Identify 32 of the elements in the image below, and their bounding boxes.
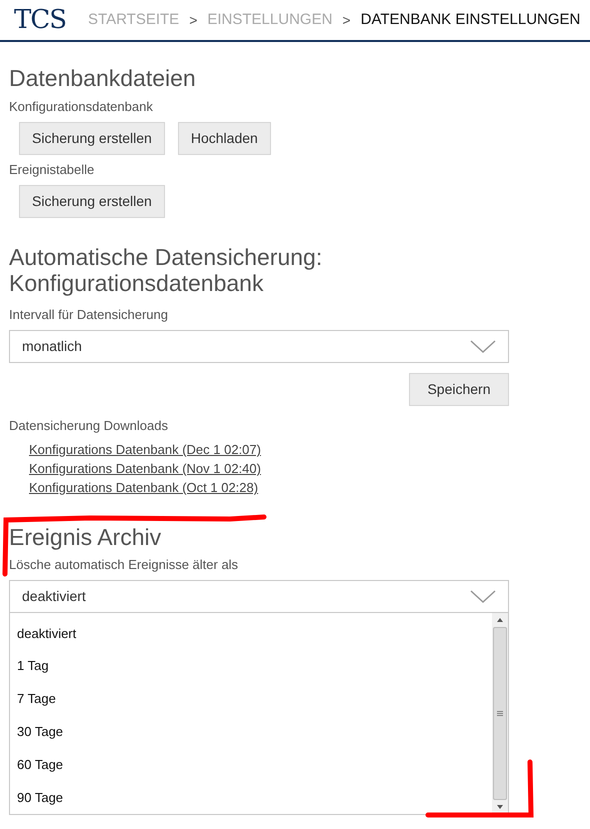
action-button[interactable]: Hochladen — [178, 122, 271, 155]
field-label: Intervall für Datensicherung — [9, 306, 169, 324]
section-title: Ereignis Archiv — [9, 523, 162, 551]
grip-icon — [497, 711, 503, 716]
dropdown-option[interactable]: deaktiviert — [17, 617, 76, 650]
dropdown-option[interactable]: 60 Tage — [17, 748, 64, 782]
breadcrumb-separator: > — [189, 10, 198, 30]
breadcrumb-link[interactable]: DATENBANK EINSTELLUNGEN — [360, 8, 580, 32]
scrollbar[interactable] — [492, 613, 508, 814]
group-label: Konfigurationsdatenbank — [9, 98, 154, 116]
logo[interactable]: TCS — [14, 7, 66, 33]
dropdown-option[interactable]: 90 Tage — [17, 781, 64, 814]
group-label: Ereignistabelle — [9, 161, 96, 179]
field-label: Lösche automatisch Ereignisse älter als — [9, 556, 240, 574]
download-link[interactable]: Konfigurations Datenbank (Dec 1 02:07) — [29, 440, 261, 459]
event-age-select[interactable]: deaktiviert — [9, 580, 509, 613]
section-title: Datenbankdateien — [9, 64, 197, 92]
dropdown-option[interactable]: 7 Tage — [17, 682, 56, 716]
chevron-down-icon — [470, 590, 496, 604]
download-link[interactable]: Konfigurations Datenbank (Oct 1 02:28) — [29, 478, 258, 497]
download-link[interactable]: Konfigurations Datenbank (Nov 1 02:40) — [29, 459, 261, 478]
dropdown-option[interactable]: 30 Tage — [17, 715, 64, 748]
downloads-label: Datensicherung Downloads — [9, 417, 169, 435]
action-button[interactable]: Sicherung erstellen — [19, 185, 165, 218]
breadcrumb-separator: > — [342, 10, 351, 30]
scroll-thumb[interactable] — [493, 627, 507, 800]
save-button[interactable]: Speichern — [409, 373, 509, 406]
action-button[interactable]: Sicherung erstellen — [19, 122, 165, 155]
interval-select[interactable]: monatlich — [9, 330, 509, 363]
dropdown-option[interactable]: 1 Tag — [17, 650, 49, 683]
chevron-down-icon — [470, 340, 496, 354]
section-title: Automatische Datensicherung: Konfigurationsdatenbank — [9, 244, 324, 296]
